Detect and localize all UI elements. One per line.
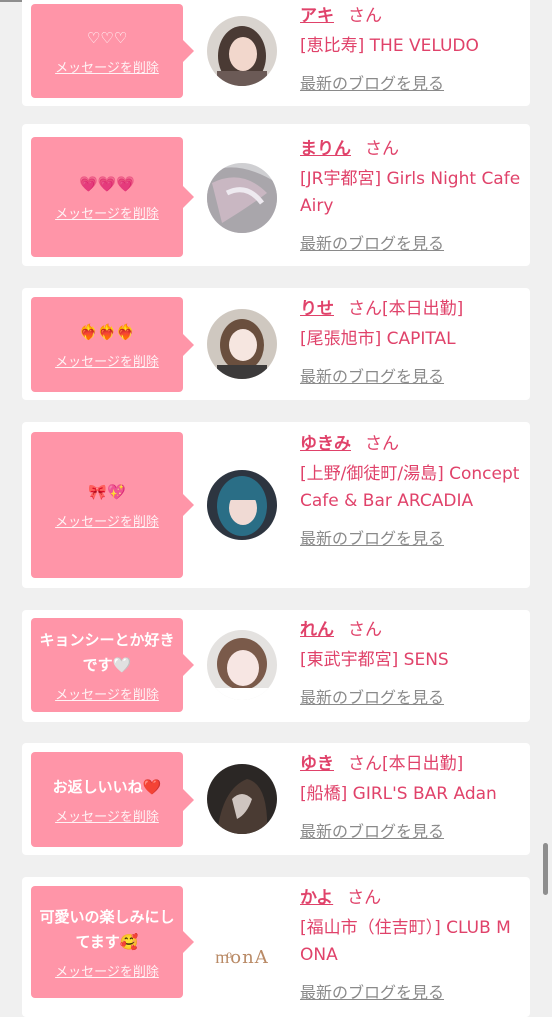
message-bubble: ❤️‍🔥❤️‍🔥❤️‍🔥 メッセージを削除	[31, 297, 194, 392]
avatar[interactable]	[207, 163, 277, 233]
cast-name-link[interactable]: アキ	[300, 6, 334, 26]
scrollbar[interactable]	[543, 843, 548, 895]
cast-info: アキ さん [恵比寿] THE VELUDO 最新のブログを見る	[300, 4, 522, 94]
avatar[interactable]	[207, 470, 277, 540]
honorific: さん	[347, 888, 382, 908]
cast-name-link[interactable]: まりん	[300, 139, 351, 159]
name-line: まりん さん	[300, 137, 522, 161]
message-card: 💗💗💗 メッセージを削除 まりん さん [JR宇都宮] Girls Night C…	[22, 124, 530, 266]
blog-link[interactable]: 最新のブログを見る	[300, 818, 522, 842]
blog-link[interactable]: 最新のブログを見る	[300, 979, 522, 1003]
message-bubble: お返しいいね❤️ メッセージを削除	[31, 752, 194, 847]
shop-logo-text: mͦonA	[215, 946, 269, 968]
shop-name: [尾張旭市] CAPITAL	[300, 329, 456, 349]
avatar[interactable]	[207, 16, 277, 86]
cast-info: りせ さん[本日出勤] [尾張旭市] CAPITAL 最新のブログを見る	[300, 297, 522, 387]
status-badge: [本日出勤]	[382, 754, 464, 774]
message-text: 可愛いの楽しみにしてます🥰	[39, 907, 175, 951]
honorific: さん	[348, 754, 382, 774]
message-bubble: 🎀💖 メッセージを削除	[31, 432, 194, 578]
delete-message-link[interactable]: メッセージを削除	[55, 351, 159, 370]
avatar[interactable]	[207, 764, 277, 834]
status-badge: [本日出勤]	[382, 299, 464, 319]
avatar-photo	[207, 163, 277, 233]
blog-link[interactable]: 最新のブログを見る	[300, 525, 522, 549]
message-text: ❤️‍🔥❤️‍🔥❤️‍🔥	[78, 322, 136, 341]
avatar-photo	[207, 764, 277, 834]
delete-message-link[interactable]: メッセージを削除	[55, 961, 159, 980]
avatar-photo	[207, 470, 277, 540]
delete-message-link[interactable]: メッセージを削除	[55, 684, 159, 703]
honorific: さん	[365, 139, 399, 159]
shop-logo[interactable]: mͦonA	[207, 922, 277, 992]
name-line: ゆきみ さん	[300, 432, 522, 456]
message-card: ❤️‍🔥❤️‍🔥❤️‍🔥 メッセージを削除 りせ さん[本日出勤] [尾張旭市] …	[22, 288, 530, 400]
shop-name: [東武宇都宮] SENS	[300, 650, 449, 670]
shop-name: [恵比寿] THE VELUDO	[300, 36, 479, 56]
honorific: さん	[365, 434, 399, 454]
avatar-photo	[207, 309, 277, 379]
cast-name-link[interactable]: れん	[300, 620, 334, 640]
name-line: ゆき さん[本日出勤]	[300, 752, 522, 776]
message-bubble: ♡♡♡ メッセージを削除	[31, 4, 194, 98]
avatar-photo	[207, 16, 277, 86]
message-text: 💗💗💗	[78, 175, 136, 193]
honorific: さん	[348, 299, 382, 319]
cast-info: ゆきみ さん [上野/御徒町/湯島] Concept Cafe & Bar ARC…	[300, 432, 522, 549]
message-bubble: 💗💗💗 メッセージを削除	[31, 137, 194, 257]
avatar[interactable]	[207, 630, 277, 700]
message-card: ♡♡♡ メッセージを削除 アキ さん [恵比寿] THE VELUDO 最新のブロ…	[22, 0, 530, 106]
message-text: お返しいいね❤️	[52, 777, 162, 796]
avatar[interactable]	[207, 309, 277, 379]
avatar-photo	[207, 630, 277, 700]
cast-info: かよ さん [福山市（住吉町）] CLUB MONA 最新のブログを見る	[300, 886, 522, 1003]
shop-name: [JR宇都宮] Girls Night Cafe Airy	[300, 169, 521, 216]
cast-name-link[interactable]: かよ	[300, 888, 333, 908]
blog-link[interactable]: 最新のブログを見る	[300, 70, 522, 94]
cast-name-link[interactable]: ゆきみ	[300, 434, 351, 454]
delete-message-link[interactable]: メッセージを削除	[55, 57, 159, 76]
cast-info: まりん さん [JR宇都宮] Girls Night Cafe Airy 最新のブ…	[300, 137, 522, 254]
shop-name: [福山市（住吉町）] CLUB MONA	[300, 918, 511, 965]
blog-link[interactable]: 最新のブログを見る	[300, 363, 522, 387]
message-card: 🎀💖 メッセージを削除 ゆきみ さん [上野/御徒町/湯島] Concept Ca…	[22, 422, 530, 588]
message-text: 🎀💖	[88, 483, 126, 501]
name-line: りせ さん[本日出勤]	[300, 297, 522, 321]
name-line: かよ さん	[300, 886, 522, 910]
honorific: さん	[348, 620, 382, 640]
message-card: キョンシーとか好きです🤍 メッセージを削除 れん さん [東武宇都宮] SENS …	[22, 610, 530, 722]
message-bubble: キョンシーとか好きです🤍 メッセージを削除	[31, 618, 194, 712]
name-line: アキ さん	[300, 4, 522, 28]
name-line: れん さん	[300, 618, 522, 642]
message-list: ♡♡♡ メッセージを削除 アキ さん [恵比寿] THE VELUDO 最新のブロ…	[0, 0, 552, 1017]
cast-name-link[interactable]: ゆき	[300, 754, 334, 774]
blog-link[interactable]: 最新のブログを見る	[300, 230, 522, 254]
blog-link[interactable]: 最新のブログを見る	[300, 684, 522, 708]
message-text: ♡♡♡	[86, 29, 128, 47]
message-card: お返しいいね❤️ メッセージを削除 ゆき さん[本日出勤] [船橋] GIRL'S…	[22, 743, 530, 855]
shop-name: [船橋] GIRL'S BAR Adan	[300, 784, 497, 804]
delete-message-link[interactable]: メッセージを削除	[55, 203, 159, 222]
delete-message-link[interactable]: メッセージを削除	[55, 511, 159, 530]
honorific: さん	[348, 6, 382, 26]
message-card: 可愛いの楽しみにしてます🥰 メッセージを削除 mͦonA かよ さん [福山市（住…	[22, 877, 530, 1017]
cast-name-link[interactable]: りせ	[300, 299, 334, 319]
cast-info: れん さん [東武宇都宮] SENS 最新のブログを見る	[300, 618, 522, 708]
cast-info: ゆき さん[本日出勤] [船橋] GIRL'S BAR Adan 最新のブログを見…	[300, 752, 522, 842]
delete-message-link[interactable]: メッセージを削除	[55, 806, 159, 825]
message-bubble: 可愛いの楽しみにしてます🥰 メッセージを削除	[31, 886, 194, 998]
shop-name: [上野/御徒町/湯島] Concept Cafe & Bar ARCADIA	[300, 464, 520, 511]
message-text: キョンシーとか好きです🤍	[39, 630, 175, 674]
